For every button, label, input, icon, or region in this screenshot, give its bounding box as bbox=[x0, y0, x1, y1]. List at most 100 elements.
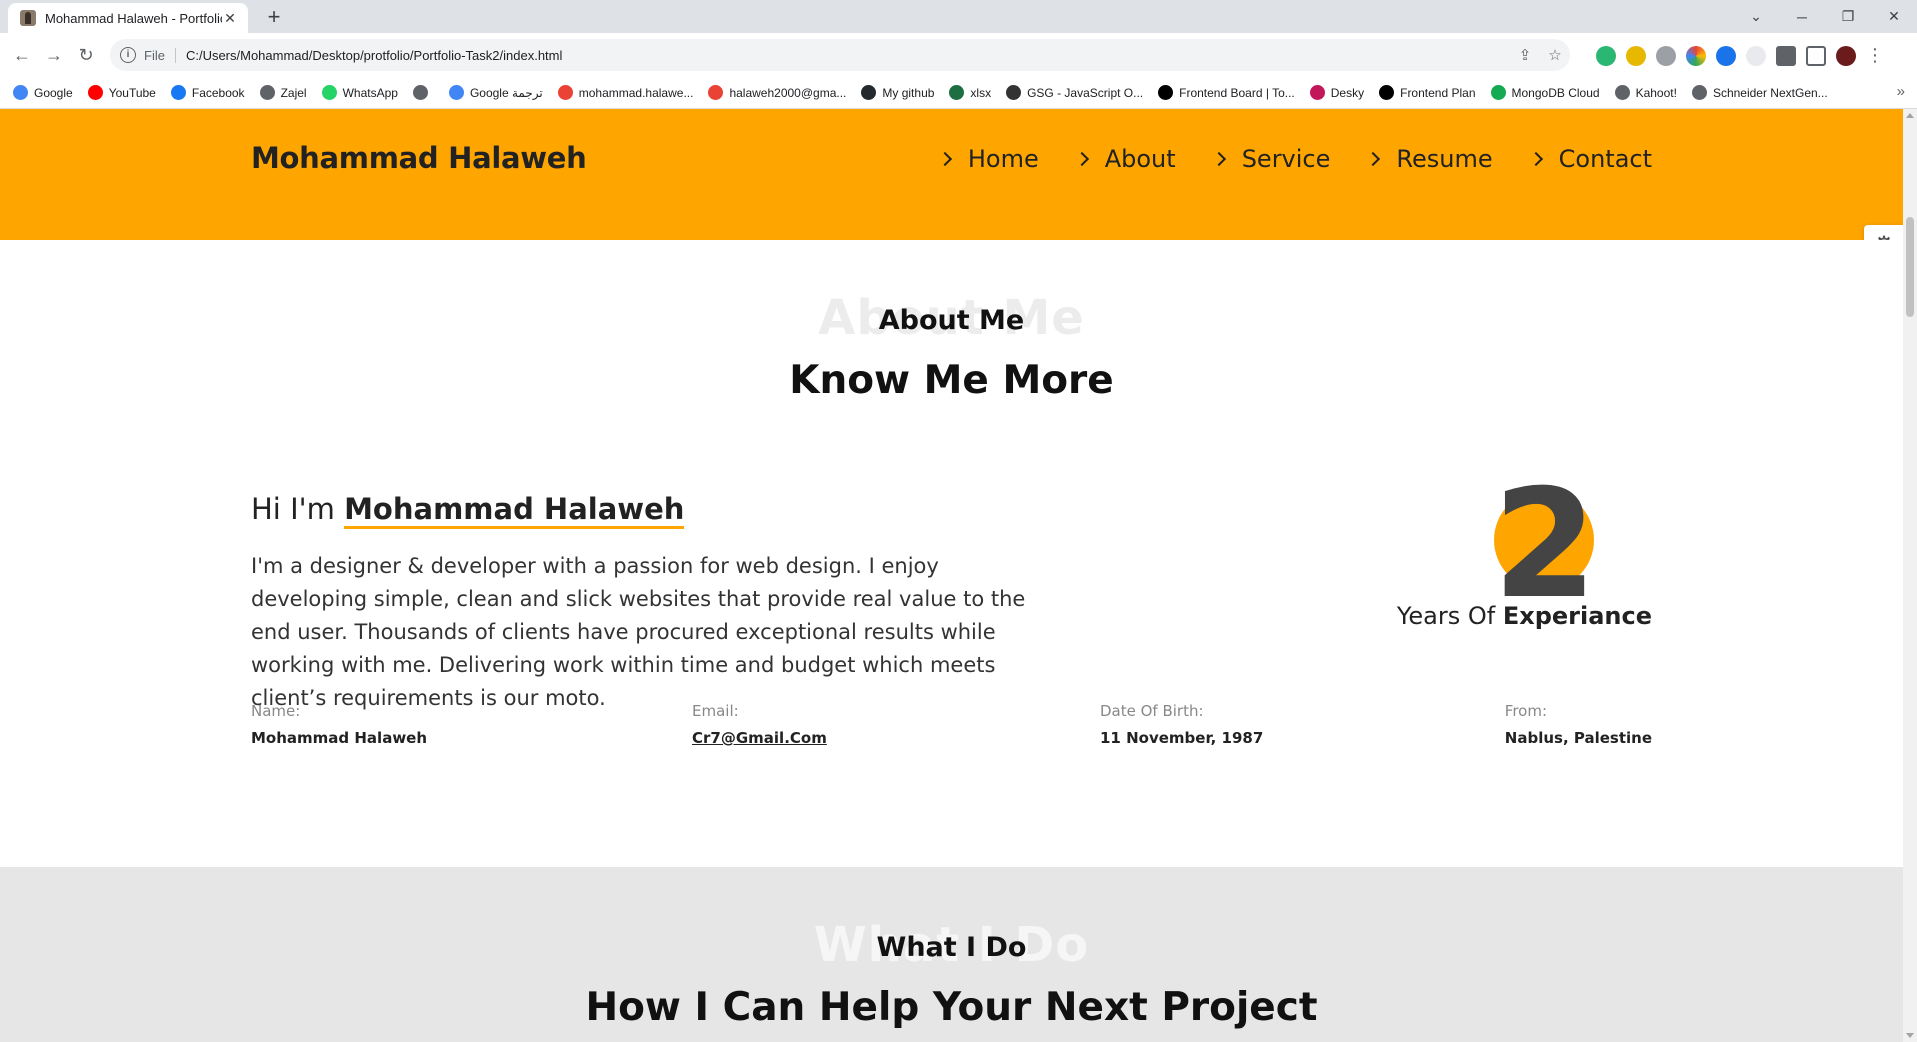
bookmark-label: Facebook bbox=[191, 85, 245, 100]
about-section-label: About Me bbox=[878, 305, 1025, 336]
window-close-icon[interactable]: ✕ bbox=[1871, 0, 1917, 33]
bookmark-item[interactable]: My github bbox=[861, 85, 934, 100]
bookmark-item[interactable]: GSG - JavaScript O... bbox=[1006, 85, 1143, 100]
nav-about[interactable]: About bbox=[1074, 145, 1176, 173]
bookmark-label: Schneider NextGen... bbox=[1712, 85, 1828, 100]
nav-home[interactable]: Home bbox=[937, 145, 1039, 173]
restore-icon[interactable]: ❐ bbox=[1825, 0, 1871, 33]
extension-search-icon[interactable] bbox=[1656, 45, 1676, 66]
bookmark-favicon-icon bbox=[412, 85, 428, 100]
extension-blue-icon[interactable] bbox=[1716, 45, 1736, 66]
bookmarks-overflow-icon[interactable]: » bbox=[1897, 83, 1905, 100]
intro-prefix: Hi I'm bbox=[251, 492, 345, 526]
bookmark-item[interactable]: Kahoot! bbox=[1614, 85, 1677, 100]
bookmark-label: Google bbox=[34, 85, 73, 100]
browser-menu-icon[interactable]: ⋮ bbox=[1866, 45, 1884, 66]
extension-shield-icon[interactable] bbox=[1596, 45, 1616, 66]
bookmark-label: halaweh2000@gma... bbox=[729, 85, 847, 100]
whatido-section-title: How I Can Help Your Next Project bbox=[585, 985, 1318, 1030]
bookmark-item[interactable]: Desky bbox=[1309, 85, 1365, 100]
address-url[interactable]: C:/Users/Mohammad/Desktop/protfolio/Port… bbox=[186, 48, 1510, 63]
page-scrollbar[interactable] bbox=[1903, 109, 1917, 1042]
bookmark-label: YouTube bbox=[108, 85, 156, 100]
info-value: Mohammad Halaweh bbox=[251, 729, 428, 747]
address-bar[interactable]: i File C:/Users/Mohammad/Desktop/protfol… bbox=[110, 39, 1570, 71]
extension-grey-icon[interactable] bbox=[1746, 45, 1766, 66]
bio-paragraph: I'm a designer & developer with a passio… bbox=[251, 554, 1026, 710]
email-link[interactable]: Cr7@Gmail.Com bbox=[692, 729, 827, 747]
bookmark-item[interactable]: Google ترجمة bbox=[448, 85, 543, 100]
bookmark-item[interactable]: xlsx bbox=[949, 85, 991, 100]
nav-resume[interactable]: Resume bbox=[1366, 145, 1493, 173]
bookmark-item[interactable]: halaweh2000@gma... bbox=[708, 85, 846, 100]
nav-contact[interactable]: Contact bbox=[1528, 145, 1652, 173]
bookmark-favicon-icon bbox=[949, 85, 965, 100]
scroll-up-icon[interactable] bbox=[1906, 113, 1914, 118]
nav-label: Resume bbox=[1396, 145, 1493, 173]
share-icon[interactable]: ⇪ bbox=[1510, 46, 1540, 64]
bookmark-item[interactable] bbox=[412, 85, 434, 100]
tab-close-icon[interactable]: ✕ bbox=[222, 10, 238, 27]
site-info-icon[interactable]: i bbox=[120, 47, 136, 63]
bookmark-favicon-icon bbox=[1158, 85, 1174, 100]
bookmark-item[interactable]: Google bbox=[13, 85, 73, 100]
bookmark-item[interactable]: MongoDB Cloud bbox=[1490, 85, 1600, 100]
bookmark-item[interactable]: YouTube bbox=[87, 85, 156, 100]
bookmark-label: Zajel bbox=[280, 85, 307, 100]
bookmark-label: Desky bbox=[1330, 85, 1365, 100]
intro-name: Mohammad Halaweh bbox=[344, 492, 685, 529]
bookmark-item[interactable]: Schneider NextGen... bbox=[1691, 85, 1828, 100]
intro-heading: Hi I'm Mohammad Halaweh bbox=[251, 492, 685, 529]
minimize-icon[interactable]: ─ bbox=[1779, 0, 1825, 33]
extensions-puzzle-icon[interactable] bbox=[1776, 45, 1796, 66]
tab-title: Mohammad Halaweh - Portfolio bbox=[45, 10, 222, 26]
what-i-do-section: What I Do What I Do How I Can Help Your … bbox=[0, 867, 1903, 1042]
scrollbar-thumb[interactable] bbox=[1906, 217, 1914, 317]
extension-yellow-icon[interactable] bbox=[1626, 45, 1646, 66]
bookmark-favicon-icon bbox=[259, 85, 275, 100]
bookmark-star-icon[interactable]: ☆ bbox=[1540, 46, 1570, 64]
bookmark-favicon-icon bbox=[557, 85, 573, 100]
new-tab-button[interactable]: + bbox=[260, 4, 288, 32]
nav-label: About bbox=[1104, 145, 1176, 173]
chevron-right-icon bbox=[1528, 151, 1543, 167]
profile-avatar[interactable] bbox=[1836, 45, 1856, 66]
bookmark-favicon-icon bbox=[1691, 85, 1707, 100]
bookmark-label: Google ترجمة bbox=[469, 85, 543, 100]
side-panel-icon[interactable] bbox=[1806, 45, 1826, 66]
reload-icon[interactable]: ↻ bbox=[74, 43, 98, 67]
about-section-title: Know Me More bbox=[789, 358, 1114, 403]
bookmark-item[interactable]: Facebook bbox=[170, 85, 245, 100]
info-value: 11 November, 1987 bbox=[1100, 729, 1264, 747]
nav-label: Contact bbox=[1558, 145, 1652, 173]
bookmark-item[interactable]: Frontend Board | To... bbox=[1158, 85, 1295, 100]
site-brand[interactable]: Mohammad Halaweh bbox=[251, 141, 587, 175]
browser-tab-active[interactable]: Mohammad Halaweh - Portfolio ✕ bbox=[8, 3, 248, 33]
info-name: Name: Mohammad Halaweh bbox=[251, 702, 427, 747]
scroll-down-icon[interactable] bbox=[1906, 1033, 1914, 1038]
extension-colorwheel-icon[interactable] bbox=[1686, 45, 1706, 66]
bookmark-label: Frontend Plan bbox=[1400, 85, 1476, 100]
experience-prefix: Years Of bbox=[1396, 602, 1503, 630]
bookmark-favicon-icon bbox=[1379, 85, 1395, 100]
bookmark-favicon-icon bbox=[1490, 85, 1506, 100]
bookmark-item[interactable]: WhatsApp bbox=[321, 85, 398, 100]
nav-service[interactable]: Service bbox=[1211, 145, 1330, 173]
back-arrow-icon[interactable]: ← bbox=[10, 43, 34, 67]
info-label: Name: bbox=[251, 702, 301, 720]
bookmark-favicon-icon bbox=[1309, 85, 1325, 100]
bookmark-favicon-icon bbox=[170, 85, 186, 100]
bookmark-favicon-icon bbox=[1614, 85, 1630, 100]
bookmark-label: mohammad.halawe... bbox=[578, 85, 694, 100]
extensions-area: ⋮ bbox=[1596, 45, 1884, 66]
bookmark-item[interactable]: mohammad.halawe... bbox=[557, 85, 694, 100]
tab-search-chevron-icon[interactable]: ⌄ bbox=[1733, 0, 1779, 33]
bookmark-favicon-icon bbox=[861, 85, 877, 100]
forward-arrow-icon[interactable]: → bbox=[42, 43, 66, 67]
bookmark-label: Kahoot! bbox=[1635, 85, 1677, 100]
info-birth: Date Of Birth: 11 November, 1987 bbox=[1100, 702, 1263, 747]
bookmark-item[interactable]: Zajel bbox=[259, 85, 307, 100]
chevron-right-icon bbox=[1074, 151, 1089, 167]
tab-favicon-icon bbox=[20, 10, 36, 26]
bookmark-item[interactable]: Frontend Plan bbox=[1379, 85, 1476, 100]
